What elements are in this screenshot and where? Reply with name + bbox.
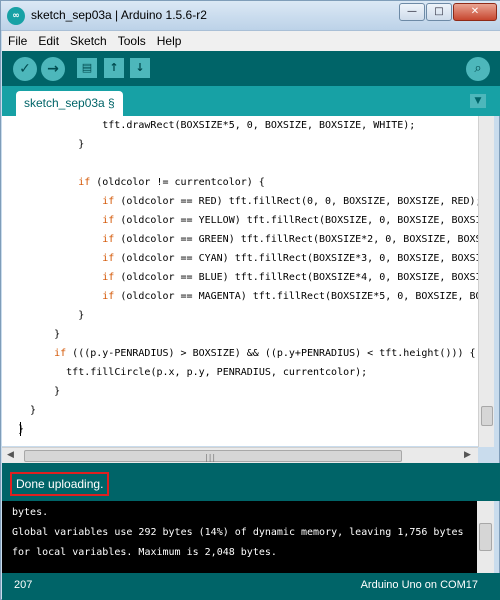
- editor-horizontal-scrollbar[interactable]: ◀ ||| ▶: [2, 447, 478, 463]
- code-keyword: if: [78, 177, 91, 188]
- minimize-button[interactable]: —: [399, 3, 425, 21]
- console-line: Global variables use 292 bytes (14%) of …: [12, 527, 464, 538]
- console-scroll-thumb[interactable]: [479, 523, 492, 551]
- maximize-button[interactable]: □: [426, 3, 452, 21]
- menu-edit[interactable]: Edit: [32, 31, 64, 51]
- code-text: (((p.y-PENRADIUS) > BOXSIZE) && ((p.y+PE…: [66, 348, 476, 359]
- code-line: }: [78, 135, 84, 154]
- save-sketch-button[interactable]: ↓: [130, 58, 150, 78]
- tab-sketch[interactable]: sketch_sep03a §: [16, 91, 123, 116]
- toolbar: ✓ → ▤ ↑ ↓ ⌕: [2, 51, 500, 86]
- console-scrollbar[interactable]: [477, 501, 494, 573]
- board-port-info: Arduino Uno on COM17: [360, 579, 478, 591]
- code-keyword: if: [102, 234, 115, 245]
- code-line: }: [78, 306, 84, 325]
- upload-button[interactable]: →: [41, 57, 65, 81]
- code-line: }: [54, 382, 60, 401]
- status-bar: Done uploading.: [2, 463, 500, 501]
- scroll-left-arrow-icon[interactable]: ◀: [7, 450, 14, 460]
- code-text: }: [78, 310, 85, 321]
- tab-menu-dropdown-icon[interactable]: ▼: [470, 94, 486, 108]
- arduino-app-icon: ∞: [7, 7, 25, 25]
- code-keyword: if: [102, 215, 115, 226]
- code-keyword: if: [102, 196, 115, 207]
- code-text: (oldcolor == YELLOW) tft.fillRect(BOXSIZ…: [120, 215, 478, 226]
- code-text: (oldcolor == CYAN) tft.fillRect(BOXSIZE*…: [120, 253, 478, 264]
- code-line: tft.fillCircle(p.x, p.y, PENRADIUS, curr…: [66, 363, 367, 382]
- code-line: if (oldcolor == RED) tft.fillRect(0, 0, …: [102, 192, 478, 211]
- menu-help[interactable]: Help: [151, 31, 187, 51]
- verify-button[interactable]: ✓: [13, 57, 37, 81]
- code-line: if (oldcolor == CYAN) tft.fillRect(BOXSI…: [102, 249, 478, 268]
- close-button[interactable]: ✕: [453, 3, 497, 21]
- code-keyword: if: [102, 272, 115, 283]
- code-line: }: [54, 325, 60, 344]
- console-line: for local variables. Maximum is 2,048 by…: [12, 547, 277, 558]
- editor-vertical-scrollbar[interactable]: [478, 116, 494, 447]
- code-text: (oldcolor != currentcolor) {: [90, 177, 265, 188]
- editor-horizontal-scroll-thumb[interactable]: |||: [24, 450, 402, 462]
- new-sketch-button[interactable]: ▤: [77, 58, 97, 78]
- code-text: tft.fillCircle(p.x, p.y, PENRADIUS, curr…: [66, 367, 368, 378]
- code-text: tft.drawRect(BOXSIZE*5, 0, BOXSIZE, BOXS…: [102, 120, 416, 131]
- code-line: if (oldcolor == GREEN) tft.fillRect(BOXS…: [102, 230, 478, 249]
- code-keyword: if: [54, 348, 67, 359]
- code-line: tft.drawRect(BOXSIZE*5, 0, BOXSIZE, BOXS…: [102, 116, 415, 135]
- menu-sketch[interactable]: Sketch: [64, 31, 112, 51]
- arduino-window: ∞ sketch_sep03a | Arduino 1.5.6-r2 — □ ✕…: [0, 0, 500, 600]
- menu-tools[interactable]: Tools: [112, 31, 151, 51]
- code-editor[interactable]: tft.drawRect(BOXSIZE*5, 0, BOXSIZE, BOXS…: [2, 116, 478, 446]
- menu-file[interactable]: File: [2, 31, 32, 51]
- code-text: }: [54, 386, 61, 397]
- tab-bar: sketch_sep03a § ▼: [2, 86, 500, 116]
- code-text: }: [18, 424, 25, 435]
- serial-monitor-button[interactable]: ⌕: [466, 57, 490, 81]
- menu-bar: File Edit Sketch Tools Help: [2, 31, 500, 51]
- editor-vertical-scroll-thumb[interactable]: [481, 406, 493, 426]
- code-text: }: [78, 139, 85, 150]
- upload-status-message: Done uploading.: [10, 472, 110, 496]
- output-console[interactable]: bytes. Global variables use 292 bytes (1…: [2, 501, 477, 573]
- code-line: if (oldcolor == MAGENTA) tft.fillRect(BO…: [102, 287, 478, 306]
- code-line: if (oldcolor != currentcolor) {: [78, 173, 265, 192]
- title-bar[interactable]: ∞ sketch_sep03a | Arduino 1.5.6-r2 — □ ✕: [1, 1, 500, 31]
- code-text: }: [54, 329, 61, 340]
- line-number: 207: [14, 579, 33, 591]
- scroll-grip-icon: |||: [205, 453, 217, 462]
- code-keyword: if: [102, 291, 115, 302]
- code-line: }: [30, 401, 36, 420]
- console-line: bytes.: [12, 507, 49, 518]
- window-controls: — □ ✕: [399, 3, 497, 21]
- code-line: }: [18, 420, 24, 439]
- code-line: if (oldcolor == BLUE) tft.fillRect(BOXSI…: [102, 268, 478, 287]
- code-line: if (((p.y-PENRADIUS) > BOXSIZE) && ((p.y…: [54, 344, 475, 363]
- code-keyword: if: [102, 253, 115, 264]
- open-sketch-button[interactable]: ↑: [104, 58, 124, 78]
- code-text: (oldcolor == BLUE) tft.fillRect(BOXSIZE*…: [120, 272, 478, 283]
- code-text: }: [30, 405, 37, 416]
- scroll-right-arrow-icon[interactable]: ▶: [464, 450, 471, 460]
- window-title: sketch_sep03a | Arduino 1.5.6-r2: [31, 8, 207, 22]
- code-text: (oldcolor == RED) tft.fillRect(0, 0, BOX…: [114, 196, 478, 207]
- footer-bar: 207 Arduino Uno on COM17: [2, 573, 500, 600]
- code-text: (oldcolor == GREEN) tft.fillRect(BOXSIZE…: [120, 234, 478, 245]
- code-line: if (oldcolor == YELLOW) tft.fillRect(BOX…: [102, 211, 478, 230]
- code-text: (oldcolor == MAGENTA) tft.fillRect(BOXSI…: [120, 291, 478, 302]
